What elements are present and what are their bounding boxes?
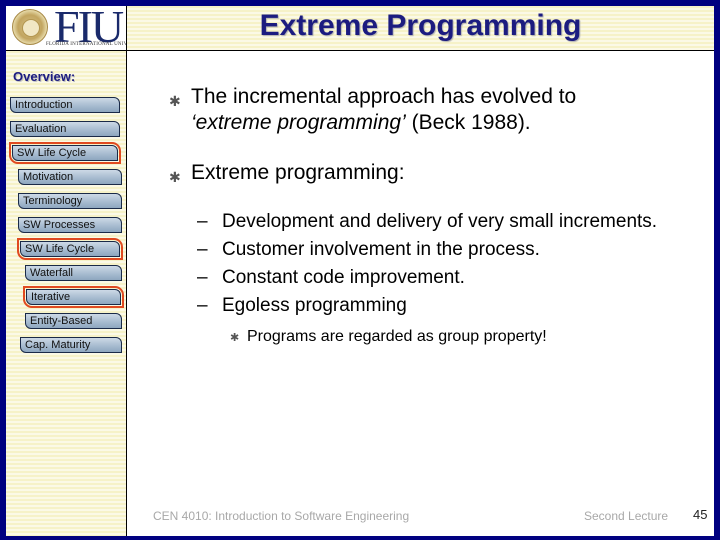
bullet-2-text: Extreme programming: (191, 161, 405, 184)
asterisk-bullet-icon: ✱ (169, 93, 181, 109)
subitem: Customer involvement in the process. (222, 239, 540, 260)
footer-course: CEN 4010: Introduction to Software Engin… (153, 509, 410, 523)
dash-bullet-icon: – (197, 295, 208, 316)
title-bar: Extreme Programming (127, 6, 714, 51)
nav-sw-life-cycle[interactable]: SW Life Cycle (9, 142, 121, 164)
dash-bullet-icon: – (197, 239, 208, 260)
nav-waterfall[interactable]: Waterfall (25, 265, 122, 281)
nav-iterative[interactable]: Iterative (23, 286, 124, 308)
university-seal-icon (12, 9, 48, 45)
slide: FIU FLORIDA INTERNATIONAL UNIVERSITY Ext… (6, 6, 714, 536)
footer-lecture: Second Lecture (584, 509, 669, 523)
nav-entity-based[interactable]: Entity-Based (25, 313, 122, 329)
dash-bullet-icon: – (197, 211, 208, 232)
slide-content: ✱ The incremental approach has evolved t… (127, 51, 714, 536)
page-number: 45 (693, 507, 708, 522)
logo-subtext: FLORIDA INTERNATIONAL UNIVERSITY (46, 42, 126, 47)
nav-motivation[interactable]: Motivation (18, 169, 122, 185)
nav-introduction[interactable]: Introduction (10, 97, 120, 113)
asterisk-bullet-icon: ✱ (169, 169, 181, 185)
sidebar-heading: Overview: (13, 69, 76, 84)
fiu-logo: FIU FLORIDA INTERNATIONAL UNIVERSITY (6, 6, 127, 51)
sidebar: Overview: Introduction Evaluation SW Lif… (6, 51, 127, 536)
bullet-1-line-1: The incremental approach has evolved to (191, 85, 577, 108)
sub-subitem: Programs are regarded as group property! (247, 328, 547, 345)
nav-sw-life-cycle-sub[interactable]: SW Life Cycle (17, 238, 123, 260)
subitem: Constant code improvement. (222, 267, 465, 288)
asterisk-bullet-icon: ✱ (230, 332, 240, 344)
nav-terminology[interactable]: Terminology (18, 193, 122, 209)
nav-cap-maturity[interactable]: Cap. Maturity (20, 337, 122, 353)
slide-title: Extreme Programming (259, 9, 582, 42)
dash-bullet-icon: – (197, 267, 208, 288)
bullet-1-line-2: ‘extreme programming’ (Beck 1988). (191, 110, 531, 136)
nav-sw-processes[interactable]: SW Processes (18, 217, 122, 233)
subitem: Development and delivery of very small i… (222, 211, 658, 232)
nav-evaluation[interactable]: Evaluation (10, 121, 120, 137)
bullet-1-citation: (Beck 1988). (405, 111, 531, 134)
subitem: Egoless programming (222, 295, 407, 316)
bullet-1-italic: ‘extreme programming’ (191, 111, 406, 134)
